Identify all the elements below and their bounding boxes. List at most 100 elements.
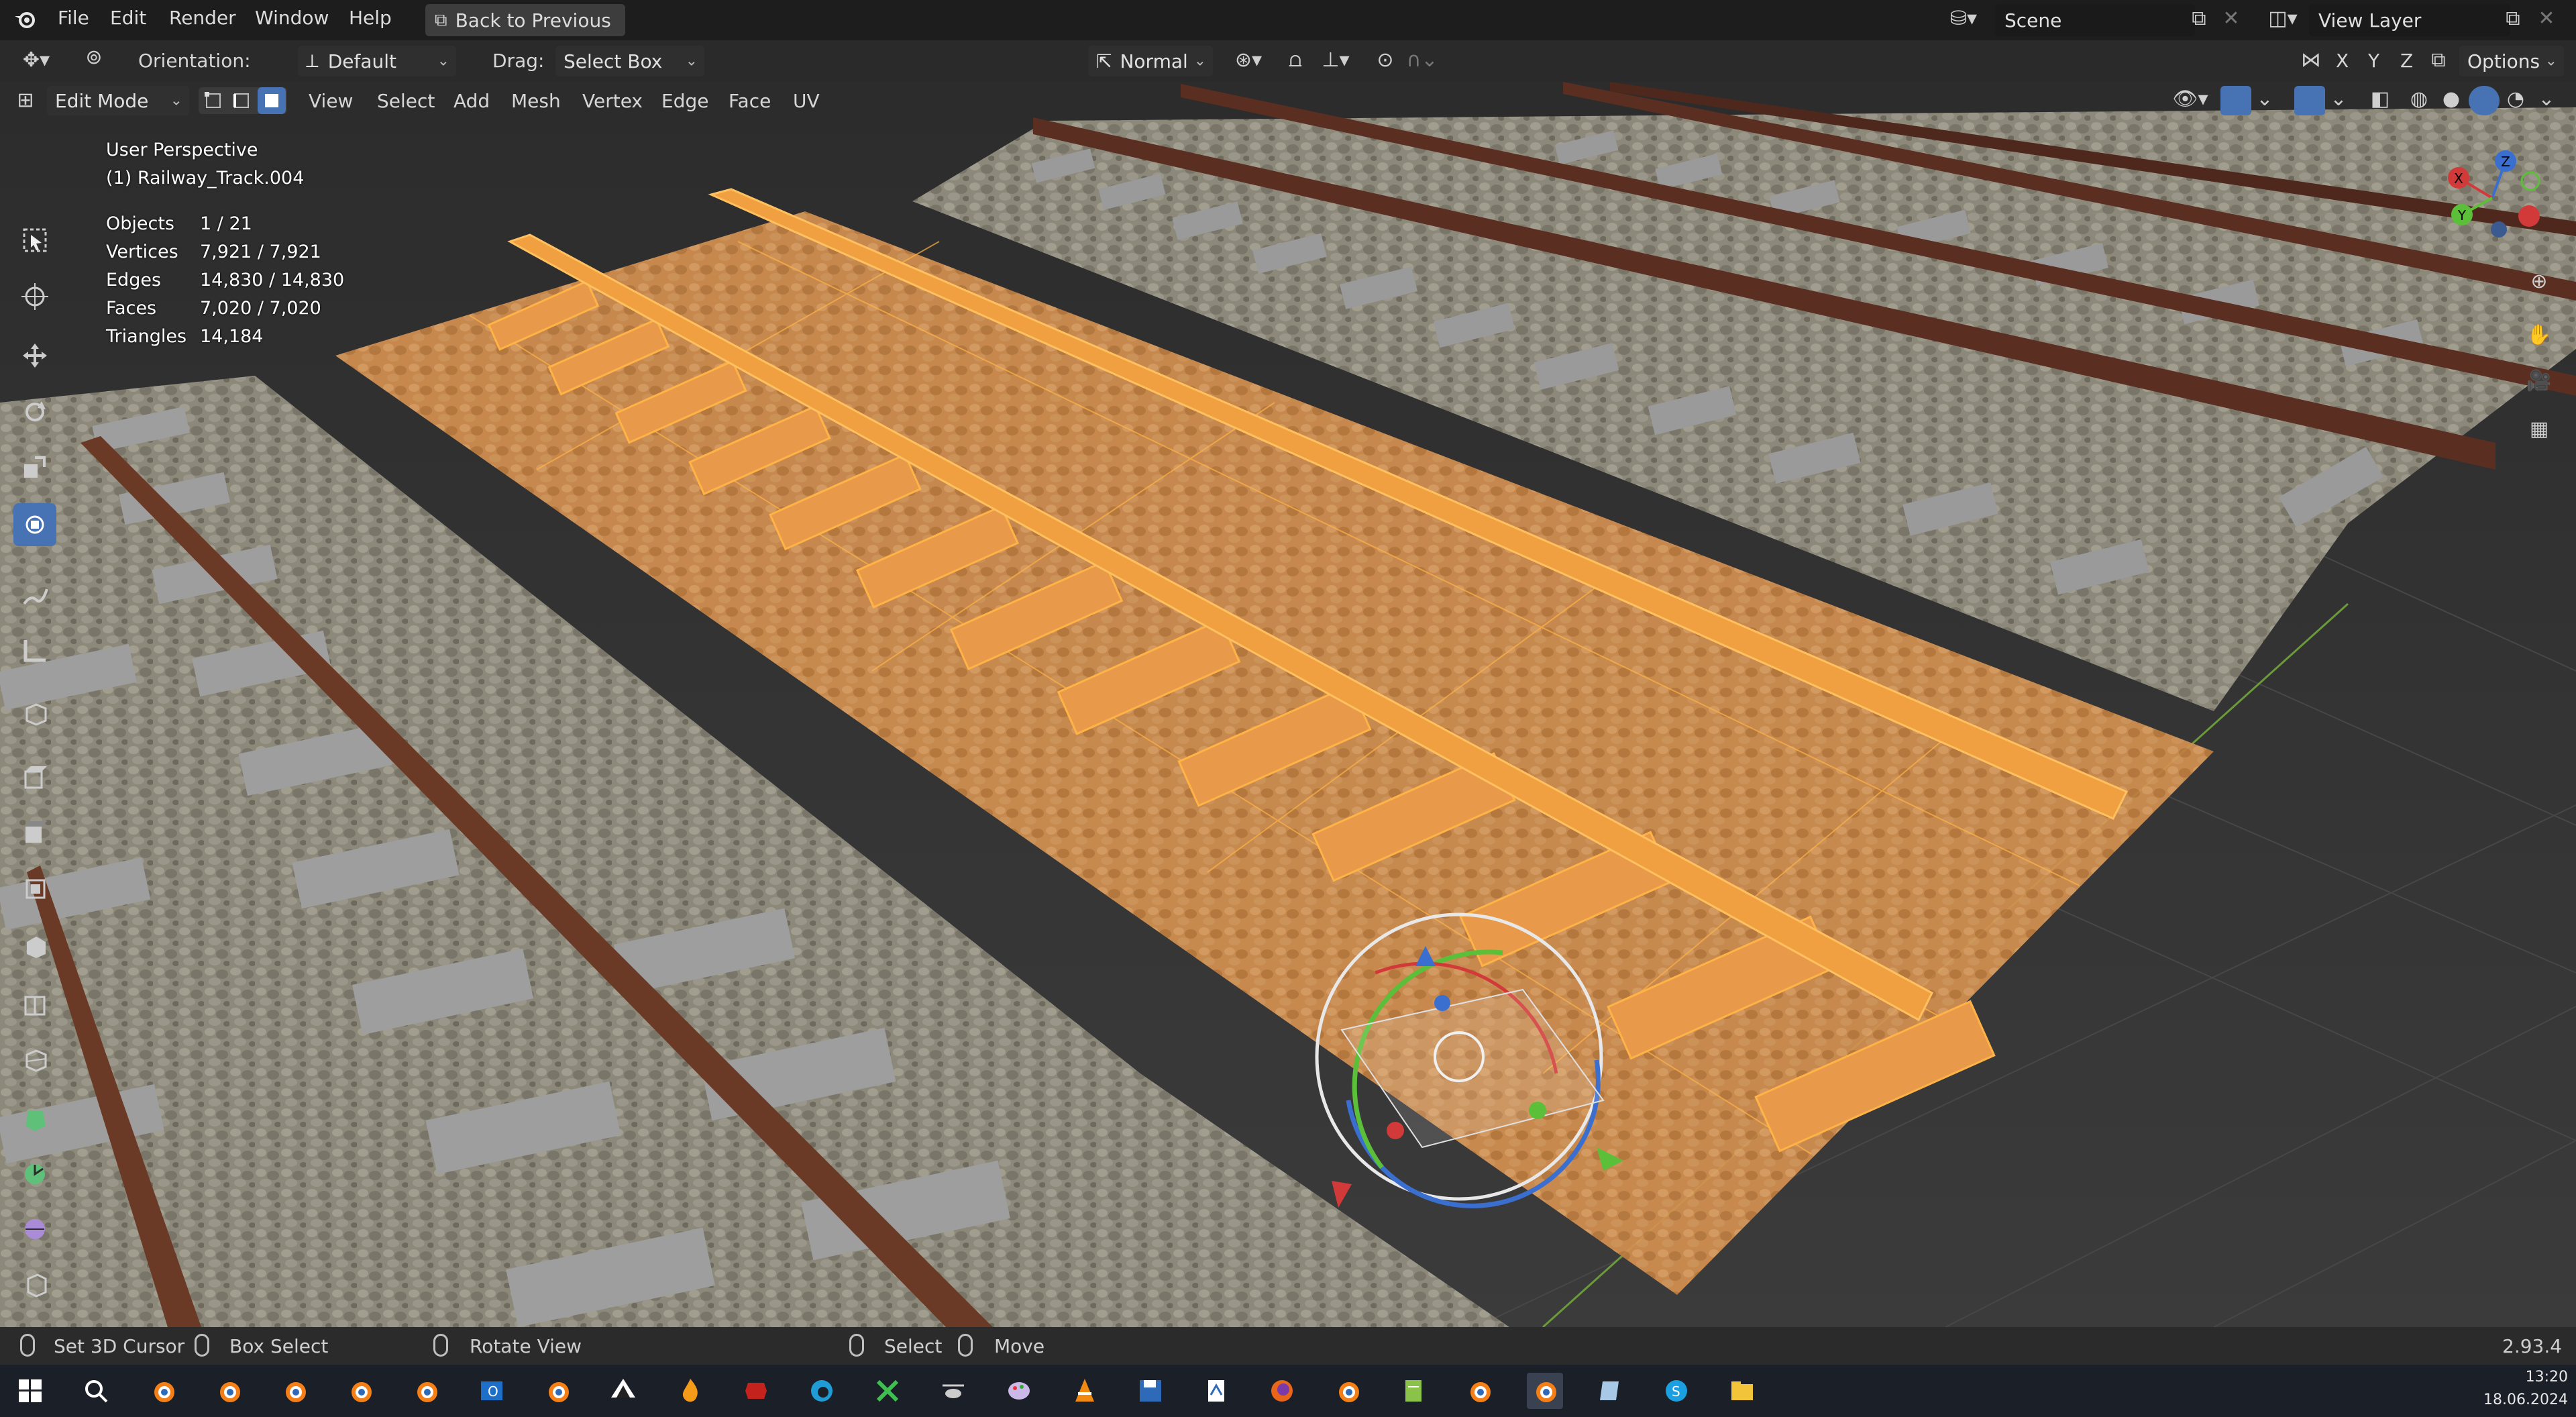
blender-app-icon[interactable] <box>1330 1373 1366 1409</box>
menu-mesh[interactable]: Mesh <box>511 90 561 112</box>
red-app-icon[interactable] <box>738 1373 774 1409</box>
gizmo-dropdown-icon[interactable]: ⌄ <box>2251 87 2278 111</box>
blender-app-icon[interactable] <box>539 1373 576 1409</box>
palette-app-icon[interactable] <box>1001 1373 1037 1409</box>
helicopter-app-icon[interactable] <box>935 1373 971 1409</box>
falloff-icon[interactable]: ∩⌄ <box>1402 48 1442 72</box>
inset-faces-icon[interactable] <box>13 810 56 853</box>
pan-hand-icon[interactable]: ✋ <box>2522 323 2556 347</box>
skype-icon[interactable]: S <box>1658 1373 1695 1409</box>
cursor-icon[interactable] <box>13 275 56 318</box>
rip-region-icon[interactable] <box>13 1320 56 1327</box>
notes-app-icon[interactable] <box>1593 1373 1629 1409</box>
inkscape-icon[interactable] <box>605 1373 641 1409</box>
zoom-icon[interactable]: ⊕ <box>2522 270 2556 293</box>
face-select-icon[interactable] <box>258 87 286 114</box>
options-dropdown[interactable]: Options ⌄ <box>2459 46 2564 76</box>
transform-tool-icon[interactable]: ✥▾ <box>9 48 63 72</box>
extrude-icon[interactable] <box>13 755 56 798</box>
blender-app-icon[interactable] <box>408 1373 444 1409</box>
menu-window[interactable]: Window <box>255 7 329 29</box>
transform-orientation-dropdown[interactable]: ⇱ Normal ⌄ <box>1088 46 1213 76</box>
scene-name-field[interactable]: Scene <box>1995 4 2195 36</box>
shrink-fatten-icon[interactable] <box>13 1206 56 1249</box>
orientation-dropdown[interactable]: ⟂ Default ⌄ <box>298 46 456 76</box>
outlook-icon[interactable]: O <box>474 1373 510 1409</box>
delete-view-layer-icon[interactable]: ✕ <box>2533 7 2560 30</box>
shading-dropdown-icon[interactable]: ⌄ <box>2533 87 2560 111</box>
blender-app-icon[interactable] <box>211 1373 247 1409</box>
scene-selector-icon[interactable]: ⛁▾ <box>1940 7 1987 30</box>
wireframe-shading-icon[interactable]: ◍ <box>2404 87 2434 111</box>
delete-scene-icon[interactable]: ✕ <box>2218 7 2245 30</box>
xray-icon[interactable]: ◧ <box>2365 87 2395 111</box>
new-scene-icon[interactable]: ⧉ <box>2186 7 2212 30</box>
annotate-icon[interactable] <box>13 573 56 616</box>
mirror-z[interactable]: Z <box>2400 50 2413 72</box>
camera-icon[interactable]: 🎥 <box>2522 369 2556 392</box>
mirror-icon[interactable]: ⋈ <box>2294 48 2328 72</box>
notepad-green-icon[interactable] <box>1395 1373 1432 1409</box>
edge-select-icon[interactable] <box>229 90 255 111</box>
new-view-layer-icon[interactable]: ⧉ <box>2500 7 2526 30</box>
blender-app-icon[interactable] <box>342 1373 378 1409</box>
transform-gizmo-icon[interactable]: ⊚ <box>74 46 114 69</box>
document-app-icon[interactable] <box>1198 1373 1234 1409</box>
3d-viewport[interactable]: User Perspective (1) Railway_Track.004 O… <box>0 82 2576 1327</box>
bevel-icon[interactable] <box>13 867 56 910</box>
scale-icon[interactable] <box>13 445 56 488</box>
menu-view[interactable]: View <box>309 90 353 112</box>
start-icon[interactable] <box>12 1373 48 1409</box>
grid-perspective-icon[interactable]: ▦ <box>2522 417 2556 441</box>
drag-dropdown[interactable]: Select Box ⌄ <box>555 46 704 76</box>
add-cube-icon[interactable] <box>13 692 56 735</box>
mirror-y[interactable]: Y <box>2368 50 2379 72</box>
vlc-icon[interactable] <box>1067 1373 1103 1409</box>
shear-icon[interactable] <box>13 1263 56 1306</box>
proportional-edit-icon[interactable]: ⊙ <box>1368 48 1402 72</box>
blender-app-icon[interactable] <box>1461 1373 1497 1409</box>
x-app-icon[interactable] <box>869 1373 906 1409</box>
search-icon[interactable] <box>78 1373 114 1409</box>
snap-icon[interactable]: ⩍ <box>1279 48 1312 72</box>
overlay-toggle-icon[interactable] <box>2294 86 2325 115</box>
blender-active-icon[interactable] <box>1527 1373 1563 1409</box>
menu-add[interactable]: Add <box>453 90 490 112</box>
pivot-point-icon[interactable]: ⊛▾ <box>1225 48 1272 72</box>
overlay-dropdown-icon[interactable]: ⌄ <box>2325 87 2352 111</box>
menu-help[interactable]: Help <box>349 7 392 29</box>
menu-vertex[interactable]: Vertex <box>582 90 643 112</box>
mode-dropdown[interactable]: Edit Mode ⌄ <box>47 86 189 115</box>
spin-icon[interactable] <box>13 1098 56 1141</box>
clock-time[interactable]: 13:20 <box>2469 1369 2568 1385</box>
snap-target-icon[interactable]: ⊥▾ <box>1312 48 1359 72</box>
back-to-previous-button[interactable]: ⧉ Back to Previous <box>425 4 625 36</box>
select-box-icon[interactable] <box>13 219 56 262</box>
view-layer-field[interactable]: View Layer <box>2309 4 2510 36</box>
poly-build-icon[interactable] <box>13 1039 56 1082</box>
menu-edge[interactable]: Edge <box>661 90 708 112</box>
menu-select[interactable]: Select <box>377 90 435 112</box>
rotate-icon[interactable] <box>13 390 56 433</box>
auto-merge-icon[interactable]: ⧉ <box>2422 48 2455 72</box>
save-disk-icon[interactable] <box>1132 1373 1169 1409</box>
menu-face[interactable]: Face <box>729 90 771 112</box>
smooth-icon[interactable] <box>13 1151 56 1194</box>
menu-uv[interactable]: UV <box>793 90 820 112</box>
navigation-gizmo[interactable]: Z X Y <box>2428 141 2549 242</box>
move-icon[interactable] <box>13 334 56 377</box>
transform-icon[interactable] <box>13 503 56 546</box>
editor-type-icon[interactable]: ⊞ <box>12 89 39 112</box>
file-explorer-icon[interactable] <box>1724 1373 1760 1409</box>
knife-icon[interactable] <box>13 982 56 1025</box>
solid-shading-icon[interactable]: ● <box>2436 87 2466 111</box>
vertex-select-icon[interactable] <box>201 90 227 111</box>
edge-browser-icon[interactable] <box>804 1373 840 1409</box>
visibility-icon[interactable]: 👁▾ <box>2167 87 2214 111</box>
menu-edit[interactable]: Edit <box>110 7 146 29</box>
blender-app-icon[interactable] <box>276 1373 313 1409</box>
view-layer-selector-icon[interactable]: ◫▾ <box>2261 7 2305 30</box>
blender-app-icon[interactable] <box>145 1373 181 1409</box>
rendered-shading-icon[interactable]: ◔ <box>2501 87 2530 111</box>
material-shading-icon[interactable] <box>2469 86 2500 115</box>
